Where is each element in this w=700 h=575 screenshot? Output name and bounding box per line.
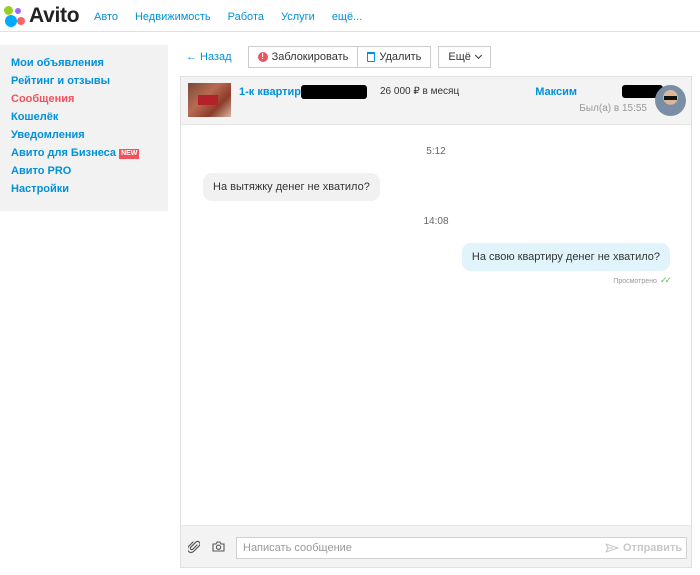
new-badge: NEW (119, 149, 140, 159)
read-status-label: Просмотрено (613, 278, 657, 285)
seller-avatar[interactable] (655, 85, 686, 116)
trash-icon (367, 52, 376, 62)
sidebar-item-my-ads[interactable]: Мои объявления (11, 55, 168, 73)
message-composer: Отправить (181, 525, 691, 567)
delete-button-label: Удалить (379, 51, 422, 63)
sidebar-item-label: Авито для Бизнеса (11, 147, 117, 159)
back-link[interactable]: ← Назад (186, 51, 232, 63)
logo-text: Avito (29, 4, 80, 27)
action-button-group: ! Заблокировать Удалить (247, 46, 432, 68)
outgoing-message-bubble: На свою квартиру денег не хватило? (461, 243, 670, 271)
more-dropdown-button[interactable]: Ещё (438, 46, 491, 68)
sidebar-item-wallet[interactable]: Кошелёк (11, 109, 168, 127)
sidebar-item-pro[interactable]: Авито PRO (11, 163, 168, 181)
sidebar-item-rating[interactable]: Рейтинг и отзывы (11, 73, 168, 91)
sidebar-item-notifications[interactable]: Уведомления (11, 127, 168, 145)
account-sidebar: Мои объявления Рейтинг и отзывы Сообщени… (0, 45, 168, 211)
send-icon (605, 543, 619, 553)
block-button[interactable]: ! Заблокировать (247, 46, 359, 68)
top-nav: Авто Недвижимость Работа Услуги ещё... (94, 11, 379, 23)
listing-thumbnail[interactable] (188, 83, 231, 117)
seller-last-seen: Был(а) в 15:55 (579, 103, 647, 114)
delete-button[interactable]: Удалить (358, 46, 432, 68)
message-list[interactable]: 5:12 На вытяжку денег не хватило? 14:08 … (181, 125, 691, 525)
listing-title-link[interactable]: 1-к квартира, (239, 86, 310, 98)
double-check-icon: ✓✓ (659, 275, 672, 285)
send-button[interactable]: Отправить (605, 539, 682, 557)
incoming-message-bubble: На вытяжку денег не хватило? (203, 173, 380, 201)
seller-name-link[interactable]: Максим (535, 86, 577, 98)
block-button-label: Заблокировать (271, 51, 349, 63)
send-button-label: Отправить (623, 542, 683, 554)
chevron-down-icon (474, 51, 482, 60)
chat-toolbar: ← Назад ! Заблокировать Удалить Ещё (186, 46, 491, 68)
paperclip-icon[interactable] (188, 540, 200, 554)
nav-link-auto[interactable]: Авто (94, 11, 118, 23)
header-divider (0, 31, 700, 32)
nav-link-jobs[interactable]: Работа (228, 11, 264, 23)
redacted-address (301, 85, 367, 99)
listing-price: 26 000 ₽ в месяц (380, 86, 460, 97)
avito-logo[interactable]: Avito (4, 4, 80, 28)
logo-dots-icon (4, 5, 26, 27)
more-button-label: Ещё (448, 51, 471, 63)
nav-link-services[interactable]: Услуги (281, 11, 315, 23)
chat-panel: 1-к квартира, 26 000 ₽ в месяц Максим Бы… (180, 76, 692, 568)
camera-icon[interactable] (212, 541, 225, 552)
top-header: Avito Авто Недвижимость Работа Услуги ещ… (0, 0, 700, 32)
sidebar-item-settings[interactable]: Настройки (11, 181, 168, 199)
nav-link-realty[interactable]: Недвижимость (135, 11, 211, 23)
block-icon: ! (257, 52, 268, 62)
sidebar-item-messages[interactable]: Сообщения (11, 91, 168, 109)
listing-header: 1-к квартира, 26 000 ₽ в месяц Максим Бы… (181, 77, 691, 125)
sidebar-item-business[interactable]: Авито для Бизнеса NEW (11, 145, 168, 163)
message-time: 5:12 (426, 146, 446, 157)
nav-link-more[interactable]: ещё... (332, 11, 362, 23)
message-time: 14:08 (423, 216, 449, 227)
read-status: Просмотрено ✓✓ (613, 275, 672, 286)
